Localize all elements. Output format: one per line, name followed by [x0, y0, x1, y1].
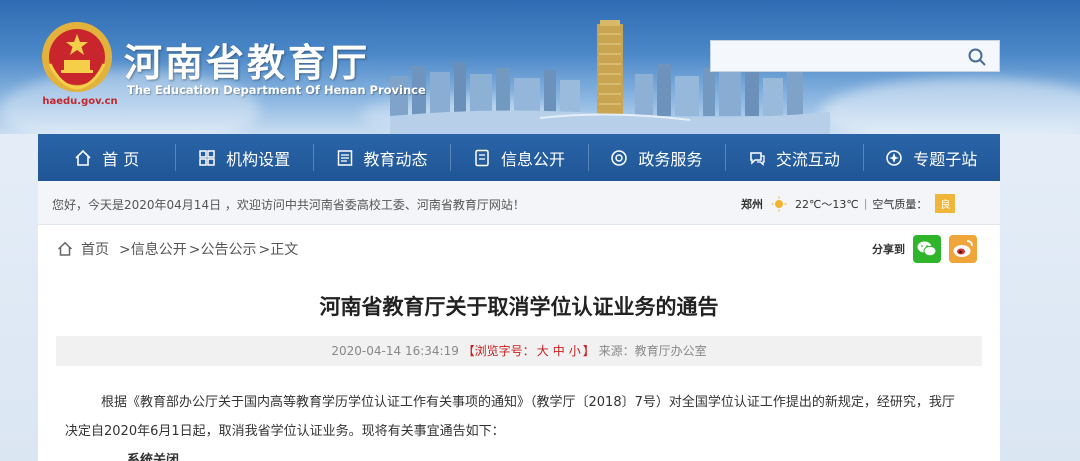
breadcrumb: 首页 >信息公开 >公告公示 >正文: [57, 239, 300, 259]
breadcrumb-home[interactable]: 首页: [81, 239, 109, 259]
nav-item-info[interactable]: 信息公开: [450, 134, 587, 181]
nav-item-interaction[interactable]: 交流互动: [725, 134, 862, 181]
nav-item-service[interactable]: 政务服务: [587, 134, 725, 181]
sunny-icon: [771, 196, 787, 211]
weibo-share-icon[interactable]: [949, 235, 977, 263]
info-icon: [475, 149, 489, 166]
font-size-medium-button[interactable]: 中: [553, 344, 565, 358]
city-skyline-image: [390, 20, 830, 134]
font-size-prefix: 【浏览字号：: [462, 344, 535, 358]
breadcrumb-info-public[interactable]: >信息公开: [119, 239, 187, 259]
share-bar: 分享到: [872, 235, 985, 263]
nav-item-label: 政务服务: [638, 149, 703, 169]
search-input[interactable]: [711, 41, 961, 71]
article-date: 2020-04-14 16:34:19: [331, 344, 459, 358]
weather-temperature: 22℃～13℃: [795, 197, 859, 211]
service-icon: [611, 149, 628, 166]
nav-item-topic[interactable]: 专题子站: [862, 134, 1000, 181]
site-title-en: The Education Department Of Henan Provin…: [127, 83, 426, 97]
site-title: 河南省教育厅: [124, 41, 371, 85]
nav-item-label: 机构设置: [226, 149, 291, 169]
breadcrumb-current: >正文: [258, 242, 299, 258]
org-icon: [199, 149, 215, 166]
font-size-suffix: 】: [582, 344, 595, 358]
search-box: [710, 40, 1000, 72]
font-size-small-button[interactable]: 小: [569, 344, 581, 358]
nav-item-label: 教育动态: [363, 149, 428, 169]
weather-city: 郑州: [741, 197, 763, 211]
nav-item-news[interactable]: 教育动态: [312, 134, 450, 181]
article-meta: 2020-04-14 16:34:19 【浏览字号：大中小】 来源：教育厅办公室: [56, 336, 982, 366]
cloud-decoration: [820, 78, 1080, 134]
font-size-large-button[interactable]: 大: [537, 344, 549, 358]
home-icon: [75, 149, 91, 166]
nav-item-home[interactable]: 首 页: [38, 134, 175, 181]
weather-divider: |: [863, 197, 868, 210]
main-nav: 首 页 机构设置 教育动态 信息公开 政务服务 交流互动 专题子站: [38, 134, 1000, 181]
weather-widget: 郑州 22℃～13℃ | 空气质量： 良: [741, 194, 956, 213]
national-emblem-logo: [42, 22, 112, 92]
header-banner: haedu.gov.cn 河南省教育厅 The Education Depart…: [0, 0, 1080, 134]
article-source: 来源：教育厅办公室: [598, 344, 707, 358]
topic-icon: [886, 149, 902, 166]
interaction-icon: [750, 151, 765, 166]
wechat-share-icon[interactable]: [913, 235, 941, 263]
welcome-bar: 您好，今天是2020年04月14日 ，欢迎访问中共河南省委高校工委、河南省教育厅…: [38, 181, 1000, 225]
air-quality-label: 空气质量：: [872, 197, 928, 211]
air-quality-badge: 良: [935, 194, 956, 213]
breadcrumb-announcements[interactable]: >公告公示: [189, 239, 257, 259]
home-icon: [57, 241, 73, 256]
nav-item-label: 专题子站: [913, 149, 978, 169]
article-partial-line: 系统关闭: [127, 453, 180, 461]
welcome-text: 您好，今天是2020年04月14日 ，欢迎访问中共河南省委高校工委、河南省教育厅…: [52, 198, 525, 212]
article-title: 河南省教育厅关于取消学位认证业务的通告: [319, 295, 719, 319]
article-container: 首页 >信息公开 >公告公示 >正文 分享到 河南省教育厅关于取消学位认证业务的…: [38, 225, 1000, 461]
article-body: 根据《教育部办公厅关于国内高等教育学历学位认证工作有关事项的通知》（教学厅〔20…: [65, 388, 965, 461]
share-label: 分享到: [872, 243, 905, 256]
nav-item-label: 首 页: [102, 149, 140, 169]
nav-item-label: 信息公开: [500, 149, 565, 169]
site-domain: haedu.gov.cn: [42, 96, 118, 107]
news-icon: [337, 149, 352, 166]
nav-item-label: 交流互动: [775, 149, 840, 169]
search-icon[interactable]: [967, 47, 987, 67]
nav-item-org[interactable]: 机构设置: [175, 134, 312, 181]
article-paragraph: 根据《教育部办公厅关于国内高等教育学历学位认证工作有关事项的通知》（教学厅〔20…: [65, 395, 955, 439]
